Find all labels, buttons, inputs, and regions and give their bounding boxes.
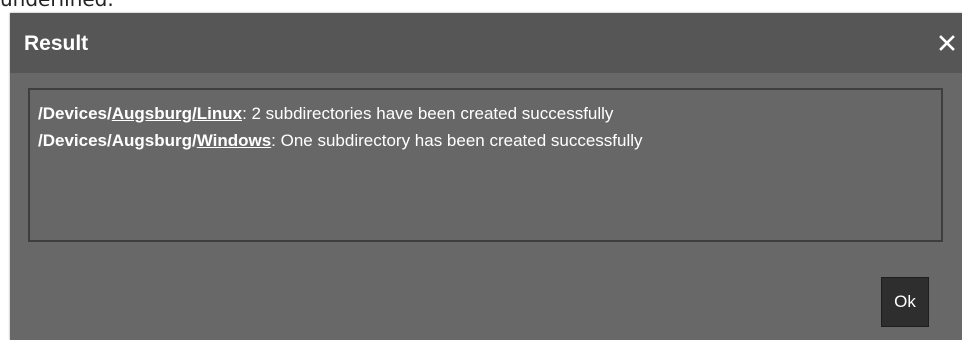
close-icon[interactable]	[934, 29, 960, 57]
dialog-title: Result	[24, 32, 89, 55]
result-message-box: /Devices/Augsburg/Linux: 2 subdirectorie…	[28, 88, 943, 242]
path-link[interactable]: Windows	[197, 131, 271, 150]
result-line: /Devices/Augsburg/Windows: One subdirect…	[38, 127, 643, 154]
path-prefix: /Devices/	[38, 104, 112, 123]
ok-button[interactable]: Ok	[881, 277, 929, 327]
result-message: : One subdirectory has been created succ…	[271, 131, 643, 150]
path-prefix: /Devices/Augsburg/	[38, 131, 197, 150]
result-message: : 2 subdirectories have been created suc…	[242, 104, 614, 123]
dialog-header: Result	[10, 13, 962, 73]
context-text: underlined.	[0, 0, 114, 11]
close-button[interactable]	[934, 29, 960, 57]
result-dialog: Result /Devices/Augsburg/Linux: 2 subdir…	[10, 13, 962, 340]
result-lines: /Devices/Augsburg/Linux: 2 subdirectorie…	[38, 100, 643, 154]
result-line: /Devices/Augsburg/Linux: 2 subdirectorie…	[38, 100, 643, 127]
path-link[interactable]: Augsburg/Linux	[112, 104, 242, 123]
